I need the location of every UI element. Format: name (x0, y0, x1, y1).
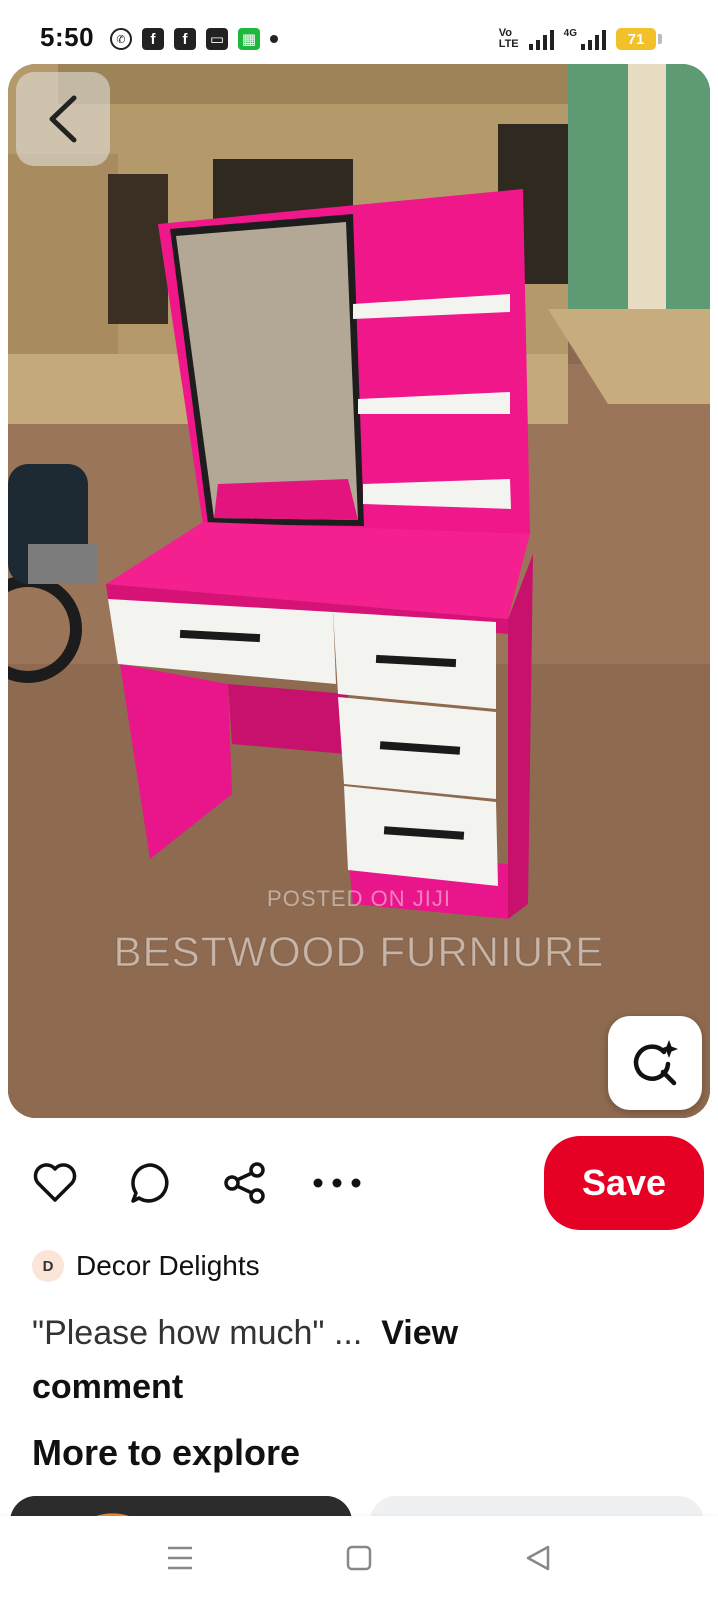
recent-apps-button[interactable] (150, 1528, 210, 1588)
system-back-button[interactable] (508, 1528, 568, 1588)
status-left-icons: ✆ f f ▭ ▦ (110, 28, 278, 50)
status-time: 5:50 (40, 22, 95, 52)
volte-label-bottom: LTE (498, 38, 519, 50)
watermark-brand: BESTWOOD FURNIURE (113, 928, 605, 976)
back-triangle-icon (527, 1545, 550, 1571)
system-nav-bar (0, 1516, 718, 1600)
like-button[interactable] (28, 1156, 82, 1210)
more-icon (313, 1178, 361, 1188)
home-square-icon (346, 1545, 372, 1571)
comment-icon (131, 1163, 169, 1203)
save-button[interactable]: Save (544, 1136, 704, 1230)
share-button[interactable] (218, 1156, 272, 1210)
volte-indicator: Vo LTE (499, 28, 519, 50)
menu-icon (167, 1546, 192, 1570)
bus-icon: ▭ (206, 28, 228, 50)
status-right-icons: Vo LTE 4G 71 (499, 28, 662, 50)
comment-preview[interactable]: "Please how much" ... View comment (32, 1306, 592, 1414)
signal-strength-icon (581, 28, 606, 50)
comment-text: "Please how much" ... (32, 1314, 363, 1352)
creator-name[interactable]: Decor Delights (76, 1250, 260, 1282)
facebook-icon: f (142, 28, 164, 50)
section-title: More to explore (32, 1432, 301, 1473)
signal-strength-icon (528, 28, 554, 50)
back-button[interactable] (16, 72, 110, 166)
share-icon (224, 1162, 265, 1204)
watermark-posted: POSTED ON JIJI (267, 886, 451, 911)
visual-search-button[interactable] (608, 1016, 702, 1110)
comment-button[interactable] (124, 1156, 178, 1210)
lens-sparkle-icon (633, 1040, 678, 1086)
battery-icon: 71 (616, 28, 662, 50)
whatsapp-icon: ✆ (110, 28, 132, 50)
network-type: 4G (563, 28, 577, 39)
avatar[interactable]: D (32, 1250, 64, 1282)
home-button[interactable] (329, 1528, 389, 1588)
heart-icon (33, 1163, 77, 1202)
facebook-icon: f (174, 28, 196, 50)
creator-row[interactable]: D Decor Delights (32, 1250, 260, 1282)
more-options-button[interactable] (310, 1156, 364, 1210)
battery-level: 71 (627, 30, 645, 48)
app-icon: ▦ (238, 28, 260, 50)
chevron-left-icon (49, 95, 77, 143)
notification-dot-icon (270, 35, 278, 43)
